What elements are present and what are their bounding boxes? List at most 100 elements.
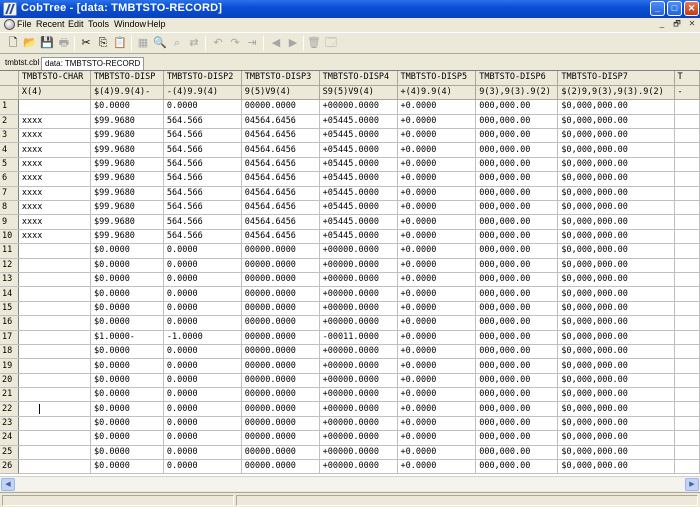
row-number[interactable]: 21 xyxy=(0,387,19,403)
table-cell[interactable]: +0.0000 xyxy=(397,229,477,245)
new-file-icon[interactable]: 🗋 xyxy=(5,36,21,51)
table-cell[interactable]: $0.0000 xyxy=(90,301,164,317)
column-header[interactable]: TMBTSTO-DISP7 xyxy=(557,71,675,86)
table-cell[interactable]: 564.566 xyxy=(163,214,242,230)
table-cell[interactable]: $1.0000- xyxy=(90,330,164,345)
table-cell[interactable]: 000,000.00 xyxy=(475,258,559,273)
row-number[interactable]: 17 xyxy=(0,330,19,345)
table-cell[interactable] xyxy=(674,315,700,331)
table-cell[interactable]: 00000.0000 xyxy=(241,430,320,446)
table-cell[interactable]: 000,000.00 xyxy=(475,416,559,432)
table-cell[interactable]: 000,000.00 xyxy=(475,171,559,187)
menu-file[interactable]: File xyxy=(17,19,32,29)
table-cell[interactable]: 04564.6456 xyxy=(241,214,320,230)
table-cell[interactable] xyxy=(674,229,700,245)
table-cell[interactable]: $0,000,000.00 xyxy=(557,142,675,158)
table-cell[interactable]: 00000.0000 xyxy=(241,416,320,432)
table-cell[interactable]: +0.0000 xyxy=(397,301,477,317)
table-cell[interactable]: 0.0000 xyxy=(163,315,242,331)
table-cell[interactable]: +0.0000 xyxy=(397,128,477,144)
table-cell[interactable]: $0,000,000.00 xyxy=(557,258,675,273)
row-number[interactable]: 2 xyxy=(0,114,19,130)
table-cell[interactable]: 0.0000 xyxy=(163,416,242,432)
minimize-button[interactable]: _ xyxy=(650,1,665,16)
table-cell[interactable]: 000,000.00 xyxy=(475,286,559,302)
table-cell[interactable]: 000,000.00 xyxy=(475,401,559,417)
table-cell[interactable]: 000,000.00 xyxy=(475,243,559,259)
table-cell[interactable] xyxy=(674,301,700,317)
row-number[interactable]: 10 xyxy=(0,229,19,245)
table-cell[interactable] xyxy=(18,344,91,360)
row-number[interactable]: 16 xyxy=(0,315,19,331)
table-cell[interactable] xyxy=(18,445,91,461)
menu-recent[interactable]: Recent xyxy=(36,19,65,29)
menu-help[interactable]: Help xyxy=(147,19,166,29)
table-cell[interactable]: +00000.0000 xyxy=(319,315,398,331)
table-cell[interactable]: 0.0000 xyxy=(163,286,242,302)
table-cell[interactable]: $99.9680 xyxy=(90,214,164,230)
table-cell[interactable]: xxxx xyxy=(18,157,91,173)
table-cell[interactable]: +00000.0000 xyxy=(319,272,398,288)
table-cell[interactable]: +0.0000 xyxy=(397,171,477,187)
table-cell[interactable]: $0,000,000.00 xyxy=(557,401,675,417)
table-cell[interactable]: 0.0000 xyxy=(163,459,242,475)
copy-icon[interactable]: ⎘ xyxy=(95,36,111,51)
delete-icon[interactable]: 🗑 xyxy=(306,36,322,51)
tab-data-tmbtsto-record[interactable]: data: TMBTSTO-RECORD xyxy=(41,57,145,70)
table-cell[interactable]: xxxx xyxy=(18,200,91,216)
undo-icon[interactable]: ↶ xyxy=(210,36,226,51)
table-cell[interactable]: 00000.0000 xyxy=(241,387,320,403)
table-cell[interactable]: 00000.0000 xyxy=(241,286,320,302)
table-cell[interactable]: $0,000,000.00 xyxy=(557,459,675,475)
cut-icon[interactable]: ✂ xyxy=(78,36,94,51)
table-cell[interactable]: +00000.0000 xyxy=(319,401,398,417)
table-cell[interactable] xyxy=(18,258,91,273)
table-cell[interactable]: 0.0000 xyxy=(163,358,242,374)
table-cell[interactable] xyxy=(18,387,91,403)
table-cell[interactable] xyxy=(18,416,91,432)
table-cell[interactable]: xxxx xyxy=(18,128,91,144)
table-cell[interactable]: +0.0000 xyxy=(397,99,477,115)
table-cell[interactable]: +00000.0000 xyxy=(319,387,398,403)
system-menu-icon[interactable] xyxy=(4,19,15,30)
table-cell[interactable]: 0.0000 xyxy=(163,99,242,115)
close-button[interactable]: ✕ xyxy=(684,1,699,16)
table-cell[interactable]: +00000.0000 xyxy=(319,445,398,461)
table-cell[interactable]: +05445.0000 xyxy=(319,114,398,130)
row-number[interactable]: 13 xyxy=(0,272,19,288)
table-cell[interactable]: -00011.0000 xyxy=(319,330,398,345)
table-cell[interactable]: +05445.0000 xyxy=(319,214,398,230)
table-cell[interactable]: 000,000.00 xyxy=(475,330,559,345)
table-cell[interactable]: +05445.0000 xyxy=(319,157,398,173)
table-cell[interactable]: $0,000,000.00 xyxy=(557,330,675,345)
table-cell[interactable]: 00000.0000 xyxy=(241,272,320,288)
table-cell[interactable]: +0.0000 xyxy=(397,445,477,461)
table-cell[interactable]: $0.0000 xyxy=(90,99,164,115)
table-cell[interactable]: $0.0000 xyxy=(90,243,164,259)
table-cell[interactable]: 0.0000 xyxy=(163,344,242,360)
table-cell[interactable]: $0.0000 xyxy=(90,272,164,288)
table-cell[interactable]: $99.9680 xyxy=(90,186,164,202)
table-cell[interactable]: 04564.6456 xyxy=(241,157,320,173)
table-cell[interactable]: 0.0000 xyxy=(163,272,242,288)
table-cell[interactable]: +0.0000 xyxy=(397,401,477,417)
table-cell[interactable]: +0.0000 xyxy=(397,186,477,202)
table-cell[interactable]: xxxx xyxy=(18,214,91,230)
table-cell[interactable]: 0.0000 xyxy=(163,373,242,389)
table-cell[interactable]: $0,000,000.00 xyxy=(557,315,675,331)
save-icon[interactable]: 💾 xyxy=(39,36,55,51)
table-cell[interactable]: $0,000,000.00 xyxy=(557,286,675,302)
table-cell[interactable]: $0,000,000.00 xyxy=(557,243,675,259)
table-cell[interactable]: $0,000,000.00 xyxy=(557,186,675,202)
table-cell[interactable]: $0.0000 xyxy=(90,430,164,446)
table-cell[interactable]: 04564.6456 xyxy=(241,186,320,202)
table-cell[interactable]: +0.0000 xyxy=(397,387,477,403)
tab-tmbtst-cbl[interactable]: tmbtst.cbl xyxy=(2,57,42,70)
table-cell[interactable]: $0.0000 xyxy=(90,401,164,417)
scroll-left-icon[interactable]: ◀ xyxy=(1,478,15,491)
back-arrow-icon[interactable]: ◀ xyxy=(268,36,284,51)
table-cell[interactable]: xxxx xyxy=(18,186,91,202)
table-cell[interactable]: $0.0000 xyxy=(90,344,164,360)
table-cell[interactable] xyxy=(18,301,91,317)
row-number[interactable]: 11 xyxy=(0,243,19,259)
